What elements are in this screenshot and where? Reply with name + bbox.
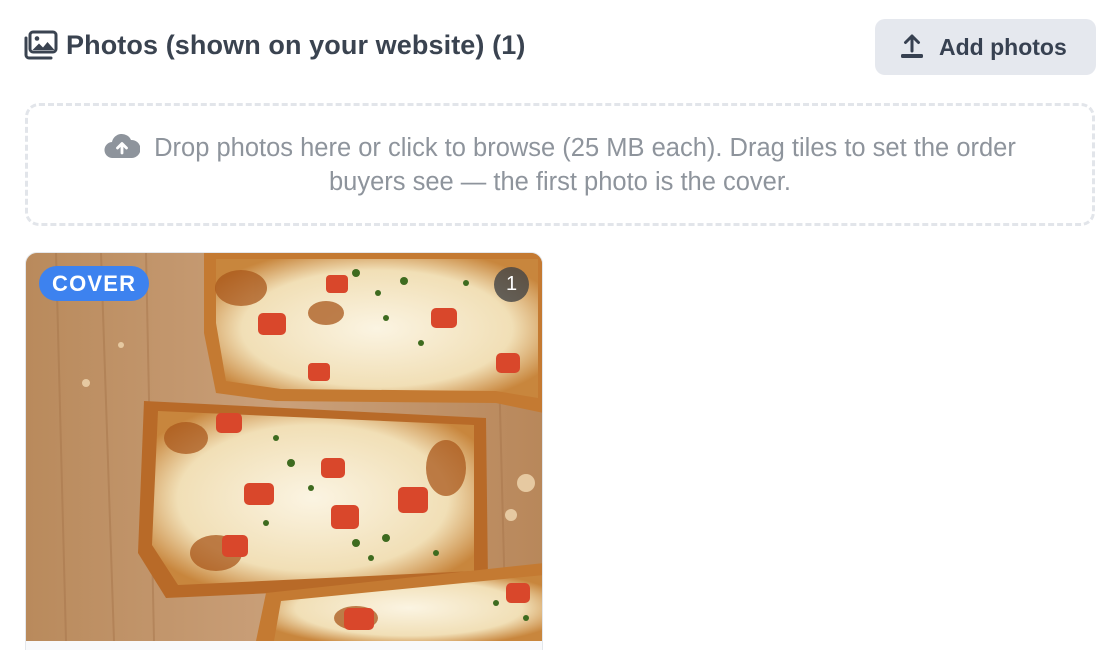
page-title: Photos (shown on your website) (1) (66, 29, 526, 60)
dropzone-text: Drop photos here or click to browse (25 … (154, 133, 1016, 196)
photo-tile[interactable]: COVER 1 (25, 252, 543, 650)
cover-badge: COVER (39, 266, 150, 301)
pizza-photo (26, 253, 542, 641)
photo-dropzone[interactable]: Drop photos here or click to browse (25 … (25, 103, 1095, 226)
add-photos-label: Add photos (939, 33, 1067, 60)
photos-header: Photos (shown on your website) (1) Add p… (24, 18, 1096, 76)
photos-section: Photos (shown on your website) (1) Add p… (0, 0, 1120, 650)
tile-footer (26, 641, 542, 650)
cloud-upload-icon (104, 133, 141, 159)
add-photos-button[interactable]: Add photos (875, 19, 1096, 75)
dropzone-hint: Drop photos here or click to browse (25 … (70, 131, 1050, 199)
upload-icon (899, 34, 925, 60)
photo-order-badge: 1 (494, 267, 529, 302)
section-title-group: Photos (shown on your website) (1) (24, 30, 525, 61)
images-icon (24, 30, 58, 60)
